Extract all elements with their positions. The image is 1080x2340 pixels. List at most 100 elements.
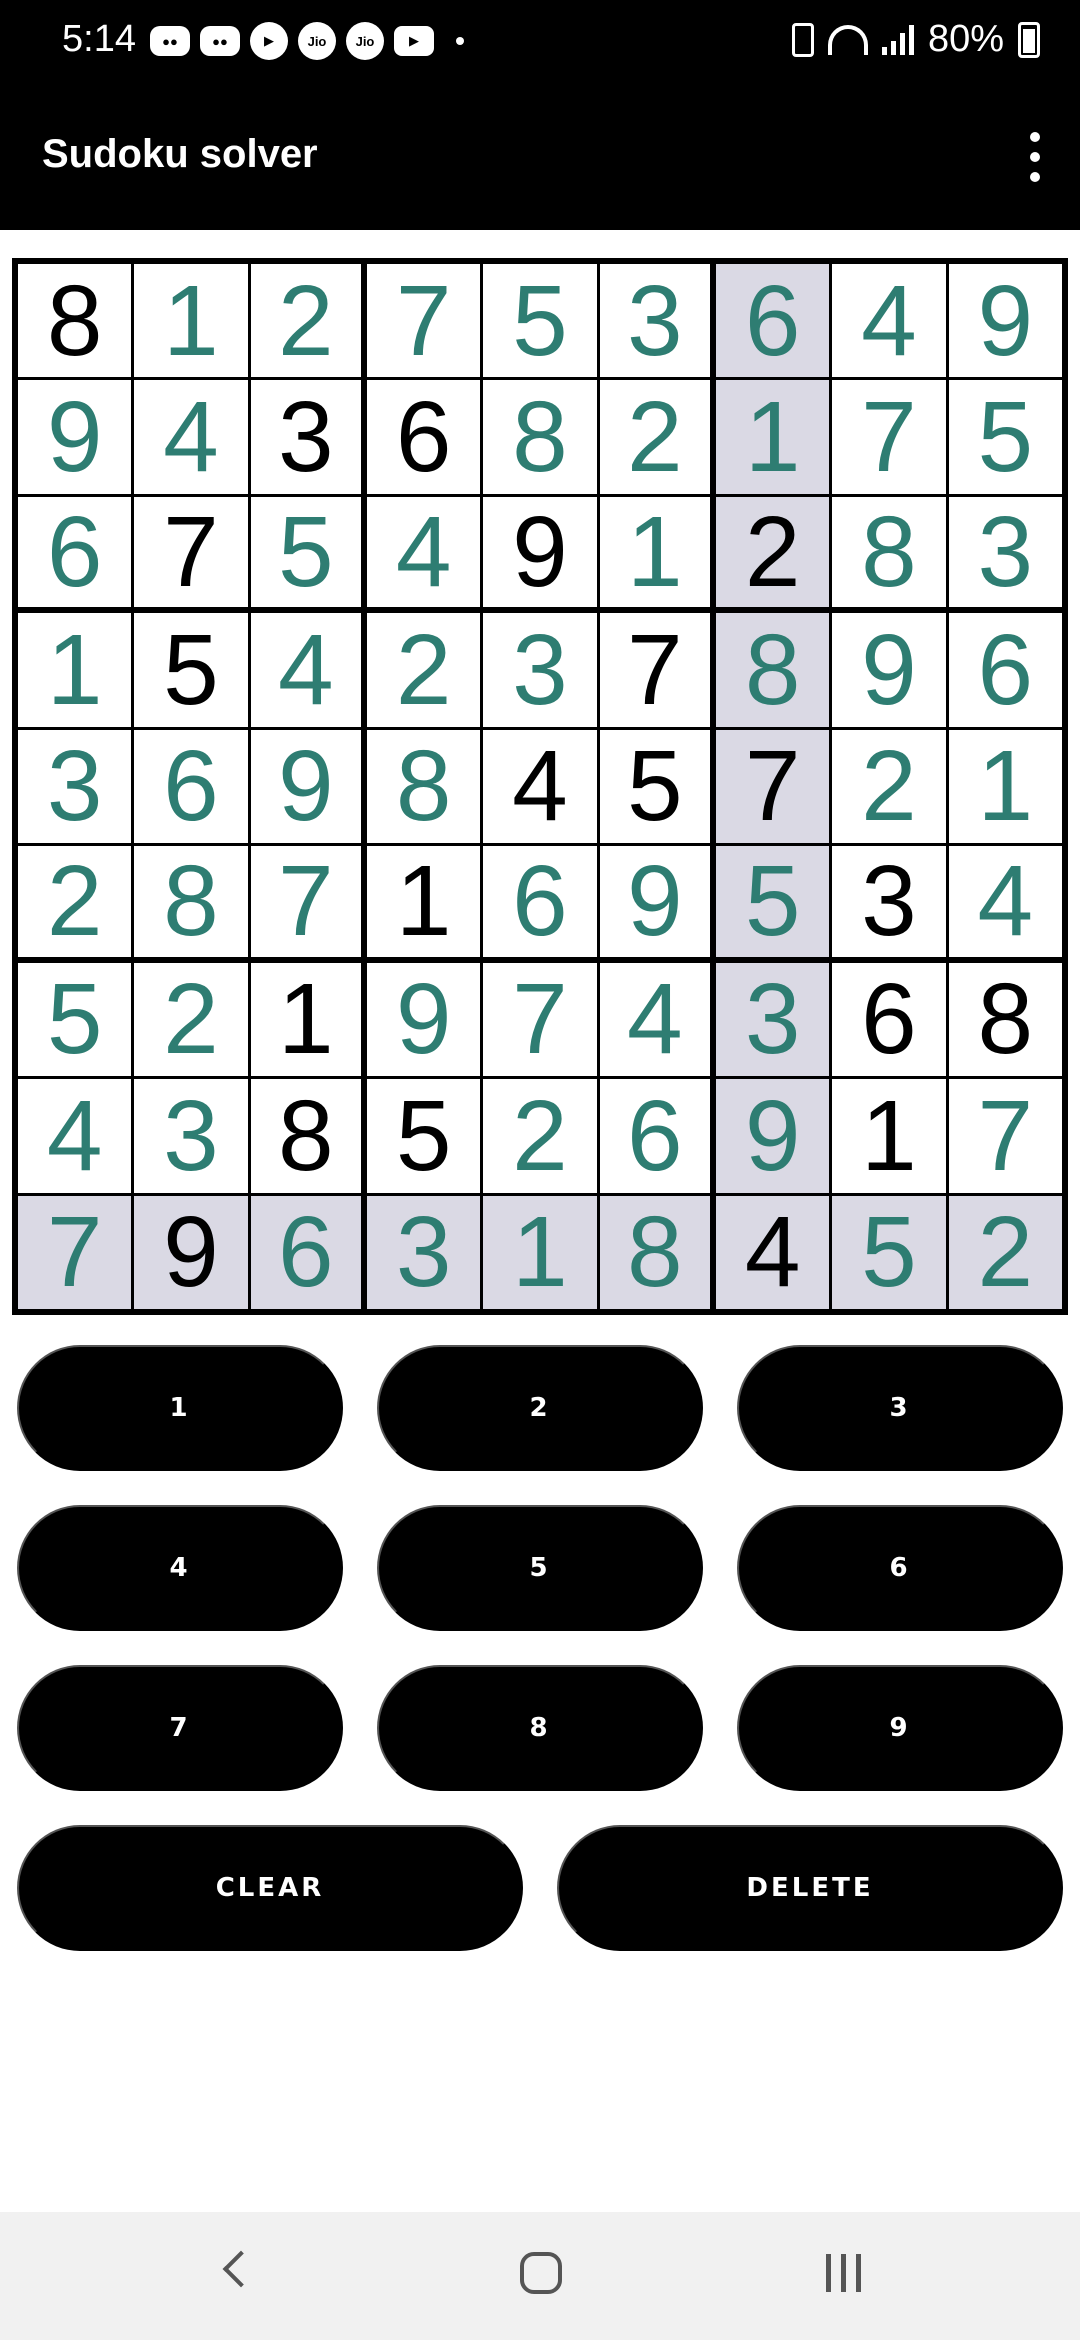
sudoku-cell-r7-c2[interactable]: 2 [134,962,248,1077]
sudoku-cell-r4-c8[interactable]: 9 [832,613,946,727]
sudoku-cell-r3-c5[interactable]: 9 [483,496,597,608]
sudoku-cell-r2-c9[interactable]: 5 [948,380,1062,494]
digit-8-button[interactable]: 8 [377,1665,703,1791]
sudoku-cell-r5-c5[interactable]: 4 [483,729,597,844]
sudoku-cell-r5-c7[interactable]: 7 [716,729,830,844]
sudoku-cell-r2-c4[interactable]: 6 [367,380,481,494]
sudoku-cell-r1-c1[interactable]: 8 [18,264,132,378]
sudoku-cell-r2-c2[interactable]: 4 [134,380,248,494]
digit-1-button[interactable]: 1 [17,1345,343,1471]
sudoku-cell-r7-c5[interactable]: 7 [483,962,597,1077]
recents-icon[interactable] [826,2254,861,2292]
sudoku-cell-r9-c6[interactable]: 8 [599,1195,710,1309]
sudoku-cell-r4-c7[interactable]: 8 [716,613,830,727]
sudoku-cell-r3-c4[interactable]: 4 [367,496,481,608]
sudoku-cell-r9-c5[interactable]: 1 [483,1195,597,1309]
sudoku-cell-r5-c9[interactable]: 1 [948,729,1062,844]
sudoku-cell-r8-c5[interactable]: 2 [483,1079,597,1193]
home-icon[interactable] [520,2252,562,2294]
digit-9-button[interactable]: 9 [737,1665,1063,1791]
sudoku-cell-r2-c5[interactable]: 8 [483,380,597,494]
sudoku-cell-r1-c4[interactable]: 7 [367,264,481,378]
digit-6-button[interactable]: 6 [737,1505,1063,1631]
sudoku-cell-r4-c4[interactable]: 2 [367,613,481,727]
sudoku-cell-r7-c3[interactable]: 1 [250,962,361,1077]
sudoku-cell-r7-c1[interactable]: 5 [18,962,132,1077]
sudoku-cell-r7-c7[interactable]: 3 [716,962,830,1077]
sudoku-cell-r2-c1[interactable]: 9 [18,380,132,494]
sudoku-cell-r9-c3[interactable]: 6 [250,1195,361,1309]
sudoku-cell-r4-c9[interactable]: 6 [948,613,1062,727]
sudoku-cell-r6-c7[interactable]: 5 [716,846,830,957]
sudoku-cell-r9-c2[interactable]: 9 [134,1195,248,1309]
digit-3-button[interactable]: 3 [737,1345,1063,1471]
sudoku-cell-r1-c2[interactable]: 1 [134,264,248,378]
sudoku-cell-r5-c1[interactable]: 3 [18,729,132,844]
sudoku-cell-r1-c3[interactable]: 2 [250,264,361,378]
sudoku-cell-r5-c4[interactable]: 8 [367,729,481,844]
sudoku-cell-r1-c9[interactable]: 9 [948,264,1062,378]
sudoku-cell-r5-c6[interactable]: 5 [599,729,710,844]
sudoku-cell-r7-c4[interactable]: 9 [367,962,481,1077]
sudoku-cell-r2-c8[interactable]: 7 [832,380,946,494]
battery-icon [1018,21,1040,58]
sudoku-cell-r2-c6[interactable]: 2 [599,380,710,494]
overflow-menu-icon[interactable] [1020,132,1050,182]
sudoku-cell-r6-c5[interactable]: 6 [483,846,597,957]
sudoku-cell-r4-c2[interactable]: 5 [134,613,248,727]
delete-button[interactable]: DELETE [557,1825,1063,1951]
sudoku-cell-r9-c8[interactable]: 5 [832,1195,946,1309]
sudoku-cell-r8-c4[interactable]: 5 [367,1079,481,1193]
sudoku-cell-r9-c4[interactable]: 3 [367,1195,481,1309]
sudoku-cell-r5-c3[interactable]: 9 [250,729,361,844]
sudoku-cell-r3-c6[interactable]: 1 [599,496,710,608]
sudoku-cell-r1-c6[interactable]: 3 [599,264,710,378]
sudoku-cell-r6-c2[interactable]: 8 [134,846,248,957]
sudoku-cell-r9-c9[interactable]: 2 [948,1195,1062,1309]
sudoku-cell-r8-c2[interactable]: 3 [134,1079,248,1193]
sudoku-cell-r6-c8[interactable]: 3 [832,846,946,957]
sudoku-cell-r9-c1[interactable]: 7 [18,1195,132,1309]
sudoku-cell-r8-c9[interactable]: 7 [948,1079,1062,1193]
sudoku-cell-r1-c8[interactable]: 4 [832,264,946,378]
digit-2-button[interactable]: 2 [377,1345,703,1471]
sudoku-cell-r3-c1[interactable]: 6 [18,496,132,608]
sudoku-cell-r6-c1[interactable]: 2 [18,846,132,957]
sudoku-cell-r7-c9[interactable]: 8 [948,962,1062,1077]
sudoku-cell-r1-c7[interactable]: 6 [716,264,830,378]
sudoku-cell-r8-c1[interactable]: 4 [18,1079,132,1193]
sudoku-cell-r7-c8[interactable]: 6 [832,962,946,1077]
sudoku-cell-r3-c3[interactable]: 5 [250,496,361,608]
digit-7-button[interactable]: 7 [17,1665,343,1791]
sudoku-cell-r5-c2[interactable]: 6 [134,729,248,844]
sudoku-cell-r3-c8[interactable]: 8 [832,496,946,608]
back-icon[interactable] [222,2250,260,2288]
sudoku-cell-r6-c6[interactable]: 9 [599,846,710,957]
sudoku-cell-r2-c3[interactable]: 3 [250,380,361,494]
sudoku-cell-r3-c2[interactable]: 7 [134,496,248,608]
sudoku-cell-r8-c3[interactable]: 8 [250,1079,361,1193]
sudoku-cell-r7-c6[interactable]: 4 [599,962,710,1077]
sudoku-cell-r3-c9[interactable]: 3 [948,496,1062,608]
sudoku-cell-r3-c7[interactable]: 2 [716,496,830,608]
youtube-icon: ▶ [394,26,434,56]
sudoku-cell-r9-c7[interactable]: 4 [716,1195,830,1309]
sudoku-cell-r6-c4[interactable]: 1 [367,846,481,957]
sudoku-cell-r8-c8[interactable]: 1 [832,1079,946,1193]
sudoku-cell-r2-c7[interactable]: 1 [716,380,830,494]
sudoku-cell-r4-c3[interactable]: 4 [250,613,361,727]
digit-4-button[interactable]: 4 [17,1505,343,1631]
sudoku-cell-r1-c5[interactable]: 5 [483,264,597,378]
sudoku-cell-r6-c9[interactable]: 4 [948,846,1062,957]
sudoku-cell-r5-c8[interactable]: 2 [832,729,946,844]
digit-5-button[interactable]: 5 [377,1505,703,1631]
sudoku-cell-r4-c1[interactable]: 1 [18,613,132,727]
clear-button[interactable]: CLEAR [17,1825,523,1951]
sudoku-cell-r4-c5[interactable]: 3 [483,613,597,727]
sudoku-cell-r8-c6[interactable]: 6 [599,1079,710,1193]
jio-icon: Jio [298,22,336,60]
play-icon: ▶ [250,22,288,60]
sudoku-cell-r6-c3[interactable]: 7 [250,846,361,957]
sudoku-cell-r4-c6[interactable]: 7 [599,613,710,727]
sudoku-cell-r8-c7[interactable]: 9 [716,1079,830,1193]
